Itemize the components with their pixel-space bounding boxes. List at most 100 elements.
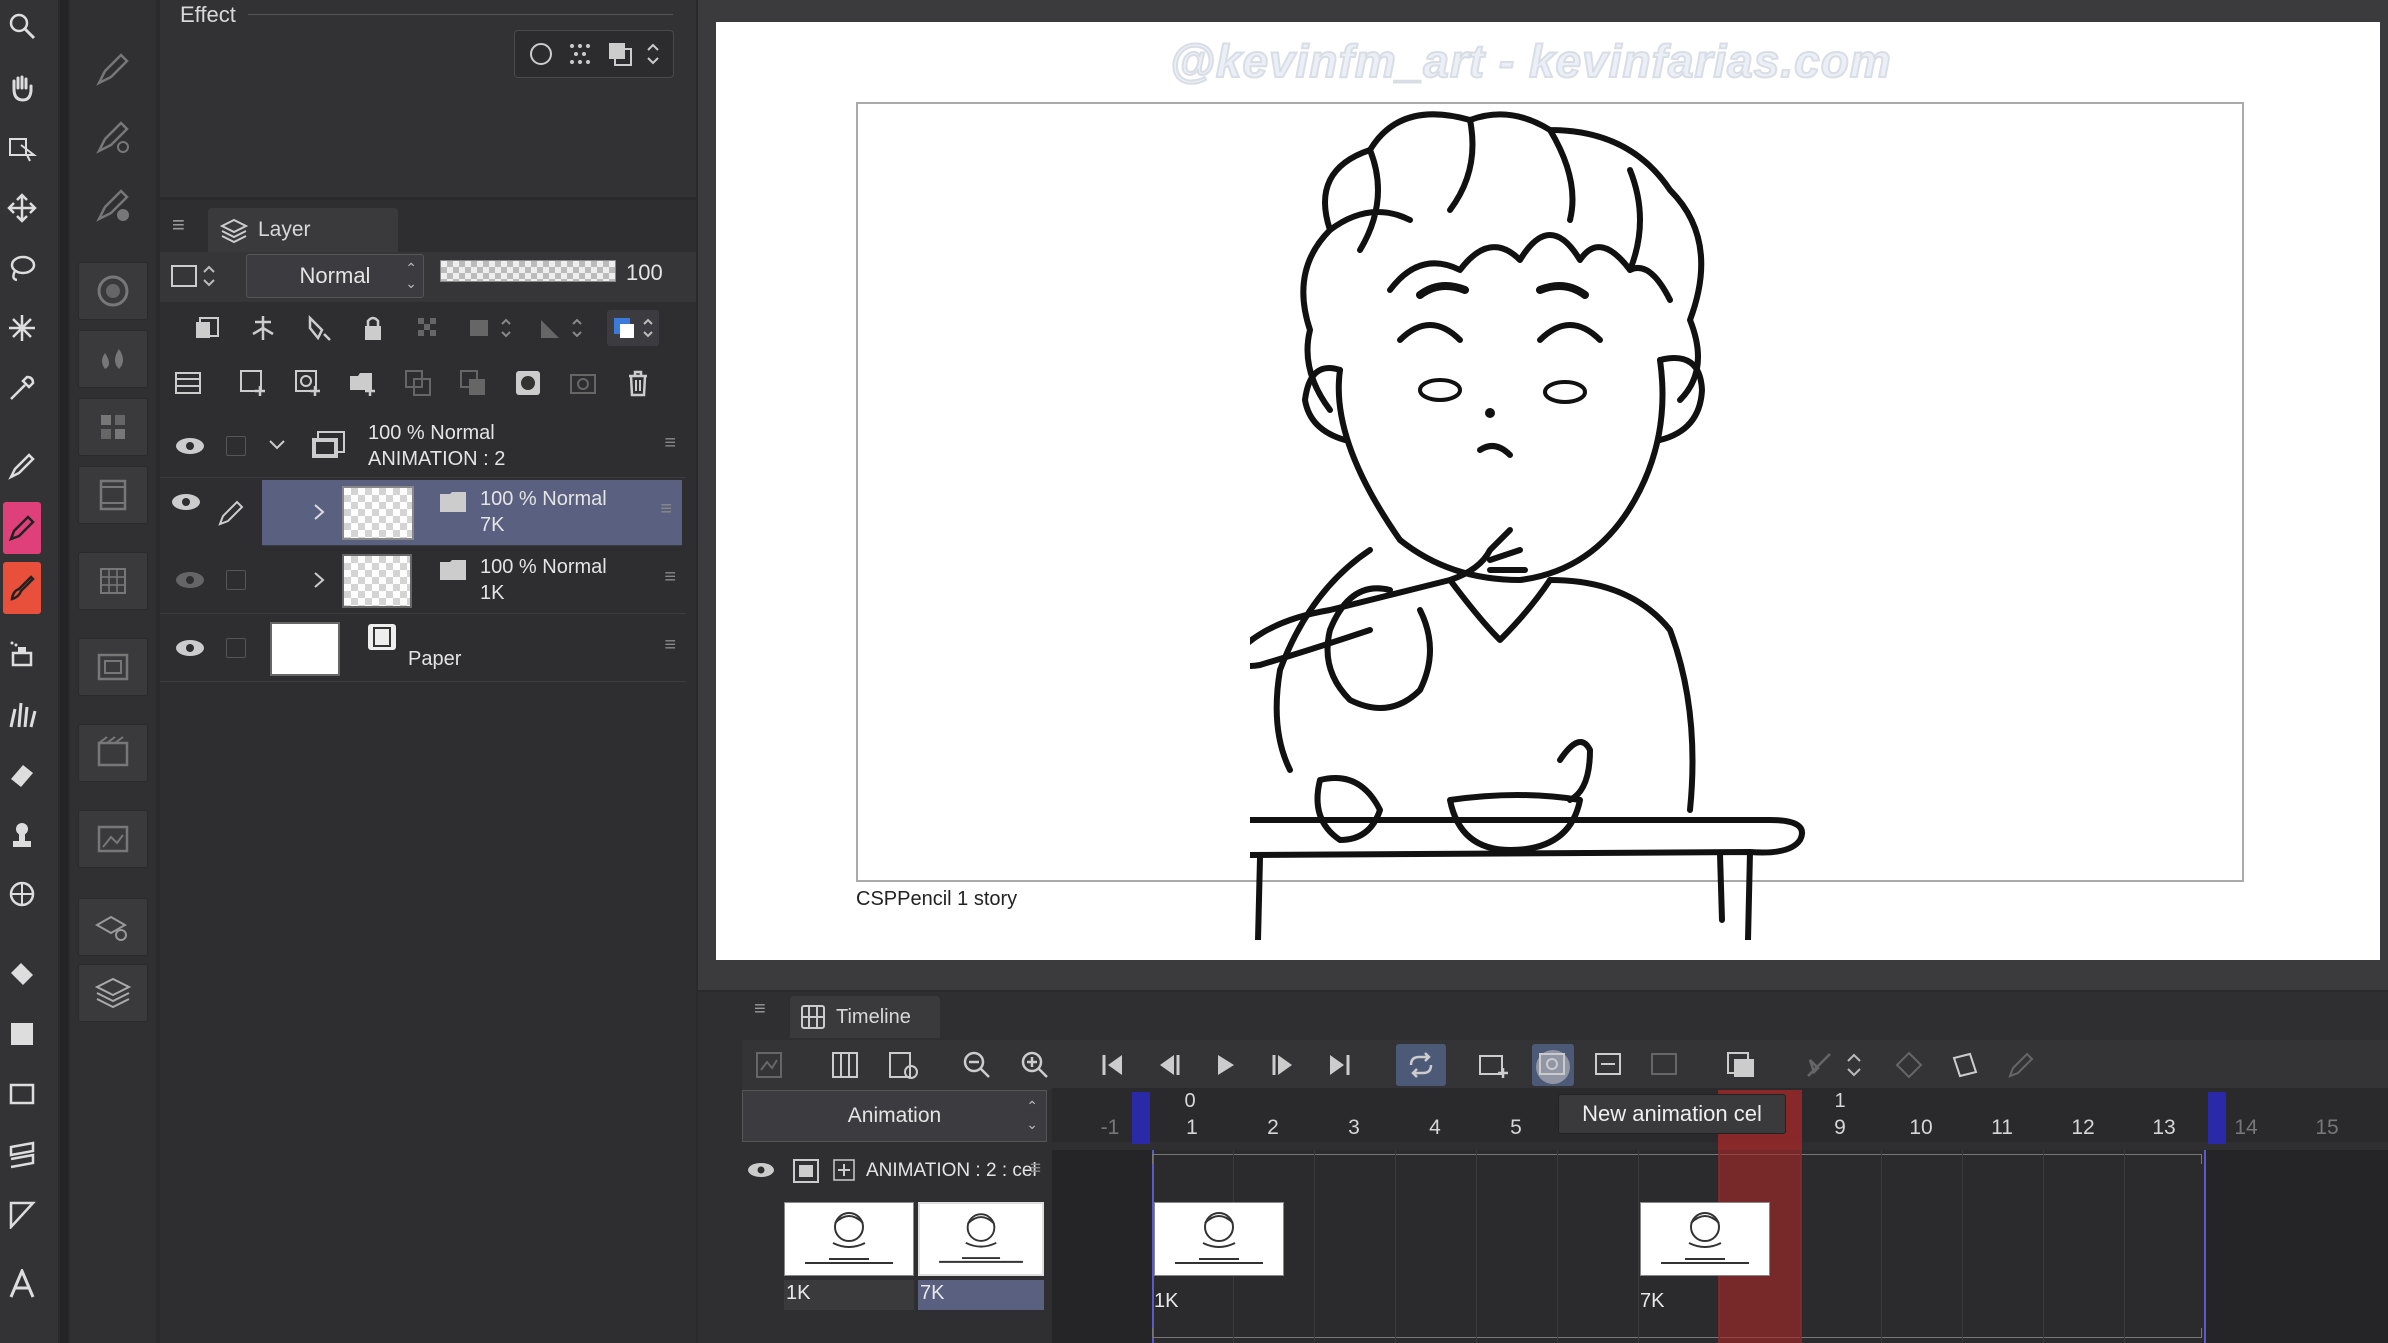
- layer-search-icon[interactable]: [78, 898, 148, 956]
- ruler-tool-icon[interactable]: [3, 1188, 41, 1240]
- timeline-cel-1k[interactable]: [1154, 1202, 1284, 1276]
- zoom-tool-icon[interactable]: [3, 0, 41, 52]
- new-raster-layer-icon[interactable]: [235, 365, 271, 401]
- layer-panel-icon[interactable]: [78, 964, 148, 1022]
- layer-mask-icon[interactable]: [510, 365, 546, 401]
- track-header[interactable]: ANIMATION : 2 : cel ≡: [742, 1150, 1047, 1192]
- blend-mode-select[interactable]: Normal ⌃ ⌄: [246, 254, 424, 298]
- new-vector-layer-icon[interactable]: [290, 365, 326, 401]
- layer-property-panel-icon[interactable]: [170, 365, 206, 401]
- new-folder-icon[interactable]: [345, 365, 381, 401]
- tab-timeline[interactable]: Timeline: [790, 996, 940, 1038]
- pencil-tool-icon[interactable]: [3, 502, 41, 554]
- last-frame-icon[interactable]: [1318, 1044, 1360, 1086]
- layer-row-menu-icon[interactable]: ≡: [664, 634, 676, 657]
- layer-row-menu-icon[interactable]: ≡: [660, 498, 672, 521]
- play-icon[interactable]: [1204, 1044, 1246, 1086]
- fill-tool-icon[interactable]: [3, 948, 41, 1000]
- layer-color-icon[interactable]: [607, 310, 659, 346]
- updown-arrow-icon[interactable]: [1842, 1044, 1866, 1086]
- subtool-icon[interactable]: [78, 40, 148, 98]
- eraser-tool-icon[interactable]: [3, 748, 41, 800]
- rectangle-tool-icon[interactable]: [3, 1068, 41, 1120]
- camera-work-icon[interactable]: [1944, 1044, 1986, 1086]
- opacity-value[interactable]: 100: [626, 260, 663, 286]
- first-frame-icon[interactable]: [1092, 1044, 1134, 1086]
- chevron-right-icon[interactable]: [310, 570, 328, 590]
- delete-cel-icon[interactable]: [1644, 1044, 1686, 1086]
- figure-tool-icon[interactable]: [3, 868, 41, 920]
- lock-transparent-icon[interactable]: [410, 310, 446, 346]
- previous-frame-icon[interactable]: [1148, 1044, 1190, 1086]
- loop-playback-icon[interactable]: [1396, 1044, 1446, 1086]
- layer-select-checkbox[interactable]: [226, 638, 246, 658]
- chevron-down-icon[interactable]: [268, 436, 286, 454]
- timeline-menu-icon[interactable]: ≡: [754, 998, 766, 1021]
- new-timeline-icon[interactable]: [748, 1044, 790, 1086]
- eye-hidden-icon[interactable]: [170, 560, 210, 600]
- decoration-tool-icon[interactable]: [3, 688, 41, 740]
- animation-cel-icon[interactable]: [78, 724, 148, 782]
- layer-row-1k[interactable]: 100 % Normal 1K ≡: [160, 548, 686, 614]
- tone-effect-icon[interactable]: [567, 41, 593, 67]
- draft-layer-icon[interactable]: [300, 310, 336, 346]
- expand-plus-icon[interactable]: [832, 1158, 856, 1182]
- lasso-tool-icon[interactable]: [3, 242, 41, 294]
- grid-panel-icon[interactable]: [78, 552, 148, 610]
- layer-panel-menu-icon[interactable]: ≡: [172, 212, 185, 238]
- merge-layer-icon[interactable]: [455, 365, 491, 401]
- airbrush-tool-icon[interactable]: [3, 628, 41, 680]
- zoom-out-icon[interactable]: [956, 1044, 998, 1086]
- chevron-right-icon[interactable]: [310, 502, 328, 522]
- timeline-cel-7k[interactable]: [1640, 1202, 1770, 1276]
- mask-enable-icon[interactable]: [465, 310, 517, 346]
- film-icon[interactable]: [78, 466, 148, 524]
- draw-icon[interactable]: [2000, 1044, 2042, 1086]
- eye-icon[interactable]: [170, 492, 202, 512]
- playback-start-marker[interactable]: [1132, 1092, 1150, 1144]
- effect-dropdown-icon[interactable]: [646, 41, 660, 67]
- layer-color-selector[interactable]: [170, 258, 226, 294]
- delete-layer-icon[interactable]: [620, 365, 656, 401]
- pen-tool-icon[interactable]: [3, 440, 41, 492]
- onion-skin-icon[interactable]: [1720, 1044, 1762, 1086]
- move-tool-icon[interactable]: [3, 182, 41, 234]
- edit-timeline-icon[interactable]: [824, 1044, 866, 1086]
- layer-row-paper[interactable]: Paper ≡: [160, 616, 686, 682]
- layer-row-menu-icon[interactable]: ≡: [664, 566, 676, 589]
- brush-tool-icon[interactable]: [3, 562, 41, 614]
- frame-settings-icon[interactable]: [882, 1044, 924, 1086]
- color-wheel-icon[interactable]: [78, 262, 148, 320]
- preview-cel-thumbnail[interactable]: [784, 1202, 914, 1276]
- layer-select-checkbox[interactable]: [226, 436, 246, 456]
- layer-color-effect-icon[interactable]: [607, 41, 633, 67]
- track-eye-icon[interactable]: [746, 1160, 776, 1180]
- next-frame-icon[interactable]: [1262, 1044, 1304, 1086]
- opacity-slider[interactable]: [440, 260, 616, 282]
- zoom-in-icon[interactable]: [1014, 1044, 1056, 1086]
- preview-cel-thumbnail[interactable]: [918, 1202, 1044, 1276]
- new-animation-folder-icon[interactable]: [1472, 1044, 1514, 1086]
- transfer-layer-icon[interactable]: [400, 365, 436, 401]
- text-tool-icon[interactable]: [3, 1258, 41, 1310]
- frame-border-icon[interactable]: [3, 1128, 41, 1180]
- apply-mask-icon[interactable]: [565, 365, 601, 401]
- eyedropper-icon[interactable]: [3, 362, 41, 414]
- circle-effect-icon[interactable]: [528, 41, 554, 67]
- blend-tool-icon[interactable]: [3, 808, 41, 860]
- gradient-tool-icon[interactable]: [3, 1008, 41, 1060]
- navigator-icon[interactable]: [78, 638, 148, 696]
- hand-tool-icon[interactable]: [3, 62, 41, 114]
- track-menu-icon[interactable]: ≡: [1030, 1158, 1041, 1180]
- lock-layer-icon[interactable]: [355, 310, 391, 346]
- layer-row-7k-selected[interactable]: 100 % Normal 7K ≡: [262, 480, 682, 546]
- eye-icon[interactable]: [170, 628, 210, 668]
- clip-layer-icon[interactable]: [190, 310, 226, 346]
- tool-property-icon[interactable]: [78, 108, 148, 166]
- light-table-icon[interactable]: [1798, 1044, 1840, 1086]
- brush-size-icon[interactable]: [78, 176, 148, 234]
- tab-layer[interactable]: Layer: [208, 208, 398, 252]
- reference-layer-icon[interactable]: [245, 310, 281, 346]
- eye-icon[interactable]: [170, 426, 210, 466]
- layer-select-checkbox[interactable]: [226, 570, 246, 590]
